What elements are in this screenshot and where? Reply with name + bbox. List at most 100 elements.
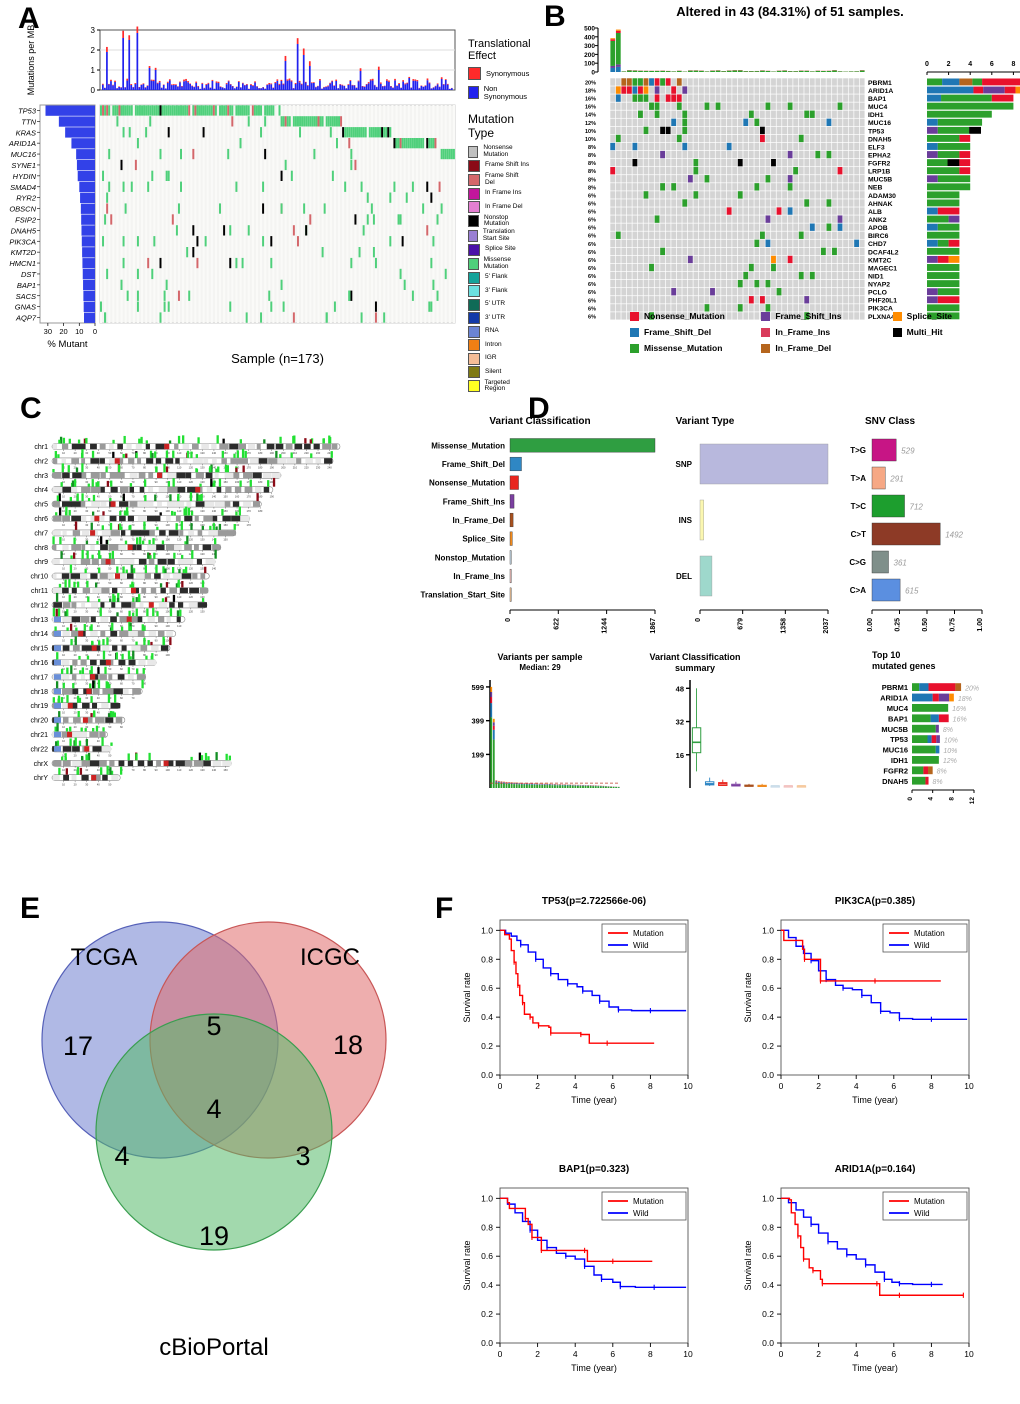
- burden-bar-nonsyn: [164, 88, 167, 90]
- panelb-cell-empty: [610, 223, 616, 231]
- oncoprint-cell: [321, 116, 324, 127]
- oncoprint-col: [239, 105, 242, 323]
- ideogram-pos: 10: [62, 566, 65, 570]
- ideogram-band: [52, 760, 62, 766]
- km-xtick: 2: [816, 1081, 821, 1091]
- oncoprint-cell: [136, 268, 139, 280]
- ideogram-band: [224, 501, 231, 507]
- panelb-cell-empty: [782, 247, 787, 256]
- panelb-cell-mutated: [787, 175, 793, 183]
- panelb-cell-empty: [615, 312, 621, 320]
- panelb-cell-empty: [843, 207, 848, 215]
- ideogram-band: [110, 631, 118, 637]
- chrom-label-chr13: chr13: [30, 617, 48, 624]
- panelb-cell-empty: [809, 94, 815, 102]
- oncoprint-cell: [173, 105, 176, 116]
- gene-label-TP53: TP53: [18, 106, 37, 115]
- panelb-cell-empty: [665, 158, 671, 167]
- ideogram-band: [159, 530, 166, 536]
- panelb-cell-empty: [676, 288, 682, 296]
- panelb-cell-empty: [621, 239, 627, 247]
- oncoprint-col: [391, 105, 394, 323]
- ideogram-band: [169, 602, 175, 608]
- oncoprint-cell: [104, 214, 107, 225]
- ideogram-band: [212, 515, 218, 522]
- mutation-mark: [244, 450, 247, 458]
- ideogram-band: [266, 443, 275, 450]
- ideogram-band: [148, 487, 154, 493]
- panelb-cell-empty: [726, 102, 732, 110]
- burden-ytick: 0: [91, 86, 96, 95]
- ideogram-pos: 20: [74, 595, 77, 599]
- panelb-top-bar: [643, 70, 649, 72]
- oncoprint-cell: [120, 159, 123, 171]
- top10-pct-MUC5B: 8%: [943, 727, 953, 734]
- panelb-right-bar-seg: [937, 126, 970, 134]
- burden-bar-nonsyn: [292, 88, 295, 90]
- ideogram-band: [322, 443, 332, 450]
- oncoprint-cell: [202, 105, 205, 116]
- burden-bar-nonsyn: [329, 83, 331, 90]
- mutation-mark: [107, 713, 111, 718]
- snv-cat-C>T: C>T: [851, 530, 866, 539]
- ideogram-band: [112, 587, 118, 594]
- panelb-cell-empty: [843, 247, 848, 256]
- panelb-cell-empty: [854, 110, 860, 118]
- panelb-cell-empty: [660, 279, 666, 288]
- gene-label-FSIP2: FSIP2: [15, 215, 37, 224]
- panelb-cell-empty: [693, 199, 699, 207]
- mutation-mark: [148, 539, 151, 545]
- panelb-cell-empty: [682, 78, 688, 86]
- panelb-cell-mutated: [632, 94, 638, 102]
- pct-mutant-bar: [83, 301, 95, 312]
- panelb-cell-empty: [704, 247, 710, 256]
- panelb-cell-empty: [743, 110, 749, 118]
- ideogram-pos: 50: [108, 610, 111, 614]
- panel-f: F TP53(p=2.722566e-06) 0 2 4 6 8 10 0.0 0.2 0.4 0.…: [430, 860, 1020, 1404]
- legend-label: Missense_Mutation: [644, 343, 723, 354]
- mutation-mark: [96, 540, 99, 545]
- burden-bar-nonsyn: [327, 86, 329, 90]
- panelb-right-bar-seg: [927, 175, 938, 183]
- top10-bar-seg: [912, 735, 928, 743]
- panelb-cell-empty: [859, 175, 865, 183]
- panelb-cell-empty: [615, 199, 621, 207]
- oncoprint-col: [161, 105, 164, 323]
- panelb-cell-empty: [676, 142, 682, 151]
- oncoprint-cell: [151, 268, 154, 280]
- ideogram-pos: 50: [108, 509, 111, 513]
- panelb-cell-empty: [726, 279, 732, 288]
- panelb-cell-mutated: [687, 175, 693, 183]
- burden-bar-syn: [402, 80, 405, 82]
- acrocentric-arm: [54, 659, 61, 666]
- legend-swatch: [468, 215, 480, 227]
- ideogram-band: [71, 559, 77, 565]
- km-ylabel-3: Survival rate: [743, 1240, 753, 1290]
- oncoprint-col: [120, 105, 123, 323]
- ideogram-band: [184, 760, 193, 766]
- mutation-mark: [92, 494, 96, 502]
- chrom-label-chr6: chr6: [34, 516, 48, 523]
- oncoprint-cell: [149, 105, 152, 116]
- panelb-cell-empty: [837, 255, 843, 264]
- top10-xtick: 0: [907, 797, 914, 801]
- panelb-cell-empty: [754, 94, 760, 102]
- burden-bar-nonsyn: [386, 80, 388, 90]
- burden-bar-syn: [250, 84, 252, 85]
- panelb-top-ytick: 0: [591, 70, 595, 77]
- panelb-cell-empty: [743, 78, 749, 86]
- oncoprint-col: [136, 105, 139, 323]
- panelb-cell-empty: [698, 86, 704, 94]
- panelb-cell-mutated: [643, 78, 649, 86]
- panelb-cell-empty: [732, 94, 738, 102]
- panelb-cell-empty: [782, 191, 787, 199]
- panelb-gene-label-MUC16: MUC16: [868, 120, 891, 127]
- panelb-cell-mutated: [671, 86, 677, 94]
- oncoprint-col: [264, 105, 267, 323]
- top10-gene-MUC4: MUC4: [887, 704, 909, 713]
- panel-b-figure: 010020030040050020%18%16%16%14%12%10%10%…: [584, 26, 1020, 321]
- mutation-mark: [122, 566, 125, 574]
- ideogram-band: [147, 760, 153, 766]
- ideogram-pos: 50: [108, 466, 111, 470]
- panelb-cell-empty: [848, 134, 854, 143]
